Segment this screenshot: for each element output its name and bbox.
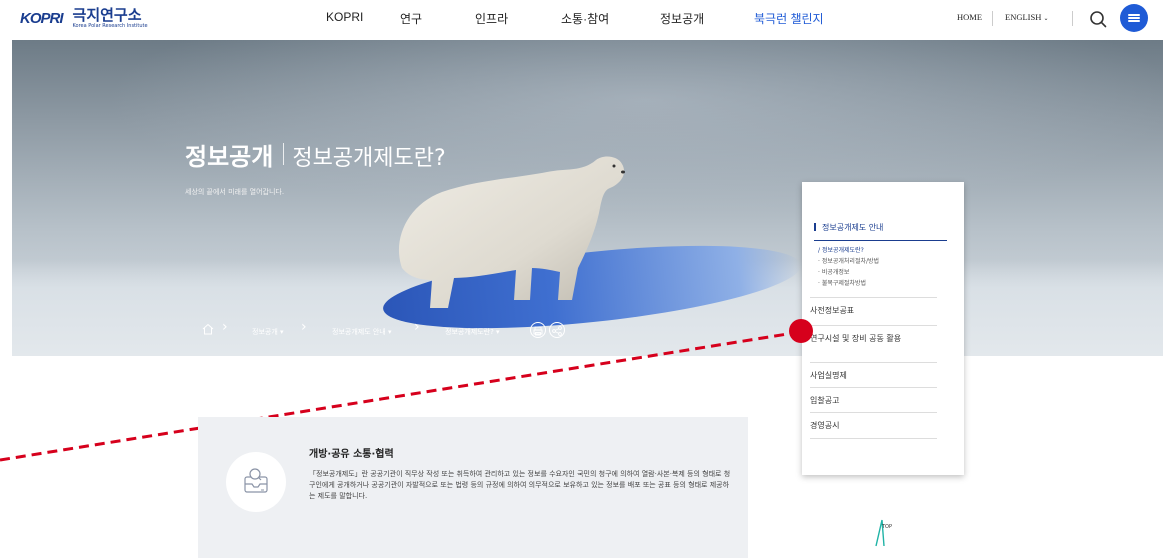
side-menu-heading[interactable]: 정보공개제도 안내 [822,222,883,233]
side-head-marker [814,223,816,231]
side-divider [810,387,937,388]
scroll-top-label[interactable]: TOP [882,524,892,530]
side-sub-item-active[interactable]: / 정보공개제도란? [818,245,864,254]
side-divider [810,297,937,298]
side-divider [810,362,937,363]
click-marker [789,319,813,343]
side-sub-label: 비공개정보 [821,269,850,276]
side-divider [810,438,937,439]
page: KOPRI 극지연구소 Korea Polar Research Institu… [0,0,1163,558]
util-divider [1072,11,1073,26]
side-sub-label: 정보공개처리절차/방법 [821,258,880,265]
side-sub-item[interactable]: · 비공개정보 [818,267,849,276]
card-title: 개방·공유 소통·협력 [309,449,394,460]
side-sub-label: 불복구제절차방법 [821,280,866,287]
side-sub-item[interactable]: · 정보공개처리절차/방법 [818,256,879,265]
side-sub-label: 정보공개제도란? [821,247,864,254]
card-body-text: 「정보공개제도」란 공공기관이 직무상 작성 또는 취득하여 관리하고 있는 정… [309,470,731,500]
hamburger-icon [1128,14,1140,16]
side-divider [810,325,937,326]
scroll-top-button[interactable] [872,516,912,550]
logo-mark: KOPRI [20,10,64,27]
search-button[interactable] [1088,8,1108,30]
nav-kopri[interactable]: KOPRI [326,10,363,24]
side-item-project-real-name[interactable]: 사업실명제 [810,371,940,381]
logo-text: 극지연구소 Korea Polar Research Institute [72,6,148,30]
hero-banner: 정보공개 정보공개제도란? 세상의 끝에서 미래를 열어갑니다. › 정보공개 … [12,40,1163,356]
document-search-icon [244,468,268,493]
util-home-link[interactable]: HOME [957,12,982,22]
side-item-pre-disclosure[interactable]: 사전정보공표 [810,306,940,316]
side-item-management-disclosure[interactable]: 경영공시 [810,421,940,431]
all-menu-button[interactable] [1120,4,1148,32]
util-divider [992,11,993,26]
side-divider [810,412,937,413]
page-subtitle: 정보공개제도란? [292,146,446,171]
side-sub-item[interactable]: · 불복구제절차방법 [818,278,866,287]
nav-communication[interactable]: 소통·참여 [561,10,609,27]
language-label: ENGLISH [1005,12,1042,22]
side-heading-underline [814,240,947,241]
search-icon [1090,11,1107,28]
site-logo[interactable]: KOPRI 극지연구소 Korea Polar Research Institu… [20,6,148,30]
logo-english-name: Korea Polar Research Institute [72,23,148,29]
logo-korean-name: 극지연구소 [72,6,142,24]
page-title: 정보공개 [185,143,274,171]
info-card: 개방·공유 소통·협력 「정보공개제도」란 공공기관이 직무상 작성 또는 취득… [198,417,748,558]
hero-title: 정보공개 정보공개제도란? [185,137,446,172]
hero-slogan: 세상의 끝에서 미래를 열어갑니다. [185,188,285,196]
title-divider [283,143,285,165]
nav-infra[interactable]: 인프라 [475,10,508,27]
card-icon-circle [226,452,286,512]
side-menu-panel: 정보공개제도 안내 / 정보공개제도란? · 정보공개처리절차/방법 · 비공개… [802,182,964,475]
hamburger-icon-bar [1128,20,1140,22]
chevron-down-icon: ⌄ [1043,16,1049,22]
util-language-select[interactable]: ENGLISH ⌄ [1005,12,1049,22]
side-item-bid-notice[interactable]: 입찰공고 [810,396,940,406]
site-header: KOPRI 극지연구소 Korea Polar Research Institu… [0,0,1163,40]
hamburger-icon-bar [1128,17,1140,19]
nav-info-disclosure[interactable]: 정보공개 [660,10,704,27]
polar-bear-image [398,156,625,308]
nav-arctic-run-challenge[interactable]: 북극런 챌린지 [754,10,824,27]
nav-research[interactable]: 연구 [400,10,422,27]
side-item-equipment-sharing[interactable]: 연구시설 및 장비 공동 활용 [810,334,940,344]
